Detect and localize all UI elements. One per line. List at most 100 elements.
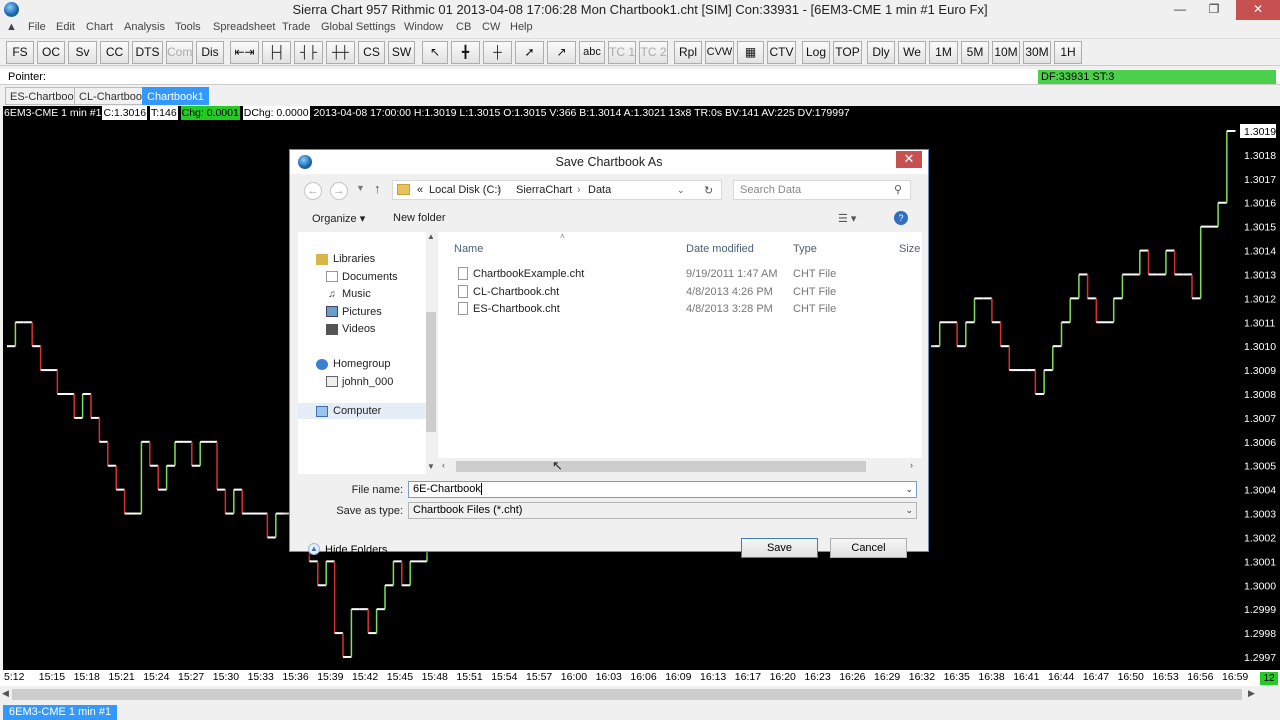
minimize-icon[interactable]: — xyxy=(1166,0,1194,20)
nav-scroll-thumb[interactable] xyxy=(426,312,436,432)
save-button[interactable]: Save xyxy=(741,538,818,558)
column-type[interactable]: Type xyxy=(793,243,817,255)
ray-icon[interactable]: ↗ xyxy=(547,41,576,64)
nav-music[interactable]: Music xyxy=(342,288,371,300)
dialog-close-icon[interactable]: ✕ xyxy=(896,151,922,168)
file-name[interactable]: ChartbookExample.cht xyxy=(473,268,584,280)
crosshair-2-icon[interactable]: ┼ xyxy=(483,41,512,64)
chart-window-tab[interactable]: 6EM3-CME 1 min #1 xyxy=(3,705,118,720)
cancel-button[interactable]: Cancel xyxy=(830,538,907,558)
save-as-type-dropdown-icon[interactable]: ⌄ xyxy=(905,503,913,518)
restore-icon[interactable]: ❐ xyxy=(1200,0,1228,20)
rpl-button[interactable]: Rpl xyxy=(674,41,702,64)
bar-spacing-2-icon[interactable]: ├┤ xyxy=(262,41,291,64)
mdi-icon[interactable]: ▲ xyxy=(6,21,17,33)
tab-cl-chartbook[interactable]: CL-Chartbook xyxy=(74,87,153,105)
menu-file[interactable]: File xyxy=(28,21,46,33)
nav-videos[interactable]: Videos xyxy=(342,323,375,335)
back-arrow-icon[interactable]: ← xyxy=(304,182,322,200)
menu-cb[interactable]: CB xyxy=(456,21,471,33)
tab-es-chartbook[interactable]: ES-Chartbook xyxy=(5,87,85,105)
oc-button[interactable]: OC xyxy=(37,41,65,64)
nav-computer[interactable]: Computer xyxy=(333,405,381,417)
tab-chartbook1[interactable]: Chartbook1 xyxy=(142,87,209,105)
search-icon[interactable]: ⚲ xyxy=(894,183,902,196)
log-button[interactable]: Log xyxy=(802,41,830,64)
organize-button[interactable]: Organize ▾ xyxy=(312,212,365,225)
grid-icon[interactable]: ▦ xyxy=(737,41,764,64)
menu-chart[interactable]: Chart xyxy=(86,21,113,33)
menu-edit[interactable]: Edit xyxy=(56,21,75,33)
sw-button[interactable]: SW xyxy=(388,41,415,64)
menu-analysis[interactable]: Analysis xyxy=(124,21,165,33)
nav-pictures[interactable]: Pictures xyxy=(342,306,382,318)
column-date-modified[interactable]: Date modified xyxy=(686,243,754,255)
menu-window[interactable]: Window xyxy=(404,21,443,33)
10m-button[interactable]: 10M xyxy=(992,41,1020,64)
menu-global-settings[interactable]: Global Settings xyxy=(321,21,396,33)
file-name-dropdown-icon[interactable]: ⌄ xyxy=(905,482,913,497)
address-bar[interactable]: « Local Disk (C:) › SierraChart › Data ⌄… xyxy=(392,180,722,200)
forward-arrow-icon[interactable]: → xyxy=(330,182,348,200)
nav-scrollbar[interactable]: ▲ ▼ xyxy=(426,232,436,474)
cs-button[interactable]: CS xyxy=(358,41,385,64)
file-scroll-thumb[interactable] xyxy=(456,461,866,472)
cvw-button[interactable]: CVW xyxy=(705,41,734,64)
5m-button[interactable]: 5M xyxy=(961,41,989,64)
nav-homegroup[interactable]: Homegroup xyxy=(333,358,390,370)
crosshair-icon[interactable]: ╋ xyxy=(451,41,480,64)
column-size[interactable]: Size xyxy=(899,243,920,255)
cc-button[interactable]: CC xyxy=(100,41,129,64)
menu-help[interactable]: Help xyxy=(510,21,533,33)
dts-button[interactable]: DTS xyxy=(132,41,163,64)
breadcrumb-sierrachart[interactable]: SierraChart xyxy=(516,184,572,196)
up-arrow-icon[interactable]: ↑ xyxy=(374,181,381,196)
1m-button[interactable]: 1M xyxy=(929,41,958,64)
refresh-icon[interactable]: ↻ xyxy=(704,184,713,197)
nav-documents[interactable]: Documents xyxy=(342,271,398,283)
bar-spacing-4-icon[interactable]: ┼┼ xyxy=(326,41,355,64)
line-icon[interactable]: ➚ xyxy=(515,41,544,64)
menu-tools[interactable]: Tools xyxy=(175,21,201,33)
menu-cw[interactable]: CW xyxy=(482,21,500,33)
file-scroll-left-icon[interactable]: ‹ xyxy=(442,460,445,470)
nav-libraries[interactable]: Libraries xyxy=(333,253,375,265)
dly-button[interactable]: Dly xyxy=(867,41,895,64)
file-hscrollbar[interactable]: ‹ › ↖ xyxy=(438,458,922,474)
hide-folders-icon[interactable]: ▲ xyxy=(308,543,320,555)
new-folder-button[interactable]: New folder xyxy=(393,212,446,224)
menu-spreadsheet[interactable]: Spreadsheet xyxy=(213,21,275,33)
tc2-button[interactable]: TC 2 xyxy=(639,41,668,64)
bar-spacing-3-icon[interactable]: ┤├ xyxy=(294,41,323,64)
address-dropdown-icon[interactable]: ⌄ xyxy=(677,185,685,196)
hide-folders-button[interactable]: Hide Folders xyxy=(325,544,387,556)
scroll-left-icon[interactable]: ◀ xyxy=(2,688,9,699)
30m-button[interactable]: 30M xyxy=(1023,41,1051,64)
breadcrumb-local-disk[interactable]: Local Disk (C:) xyxy=(429,184,501,196)
nav-user[interactable]: johnh_000 xyxy=(342,376,393,388)
chart-hscrollbar[interactable]: ◀ ▶ xyxy=(0,686,1280,703)
dis-button[interactable]: Dis xyxy=(196,41,224,64)
top-button[interactable]: TOP xyxy=(833,41,862,64)
file-name-input[interactable]: 6E-Chartbook ⌄ xyxy=(408,481,917,498)
we-button[interactable]: We xyxy=(898,41,926,64)
view-options-icon[interactable]: ☰ ▾ xyxy=(838,212,856,225)
pointer-icon[interactable]: ↖ xyxy=(422,41,448,64)
breadcrumb-overflow[interactable]: « xyxy=(417,184,423,196)
tc1-button[interactable]: TC 1 xyxy=(608,41,636,64)
file-scroll-right-icon[interactable]: › xyxy=(910,460,913,470)
file-name[interactable]: CL-Chartbook.cht xyxy=(473,286,559,298)
help-icon[interactable]: ? xyxy=(894,211,908,225)
breadcrumb-data[interactable]: Data xyxy=(588,184,611,196)
nav-scroll-down-icon[interactable]: ▼ xyxy=(427,462,435,471)
nav-scroll-up-icon[interactable]: ▲ xyxy=(427,232,435,241)
scroll-right-icon[interactable]: ▶ xyxy=(1248,688,1255,699)
column-name[interactable]: Name xyxy=(454,243,483,255)
save-as-type-select[interactable]: Chartbook Files (*.cht) ⌄ xyxy=(408,502,917,519)
ctv-button[interactable]: CTV xyxy=(767,41,796,64)
menu-trade[interactable]: Trade xyxy=(282,21,310,33)
1h-button[interactable]: 1H xyxy=(1054,41,1082,64)
sv-button[interactable]: Sv xyxy=(68,41,97,64)
search-box[interactable]: Search Data ⚲ xyxy=(733,180,911,200)
chart-hscroll-thumb[interactable] xyxy=(12,689,1242,700)
